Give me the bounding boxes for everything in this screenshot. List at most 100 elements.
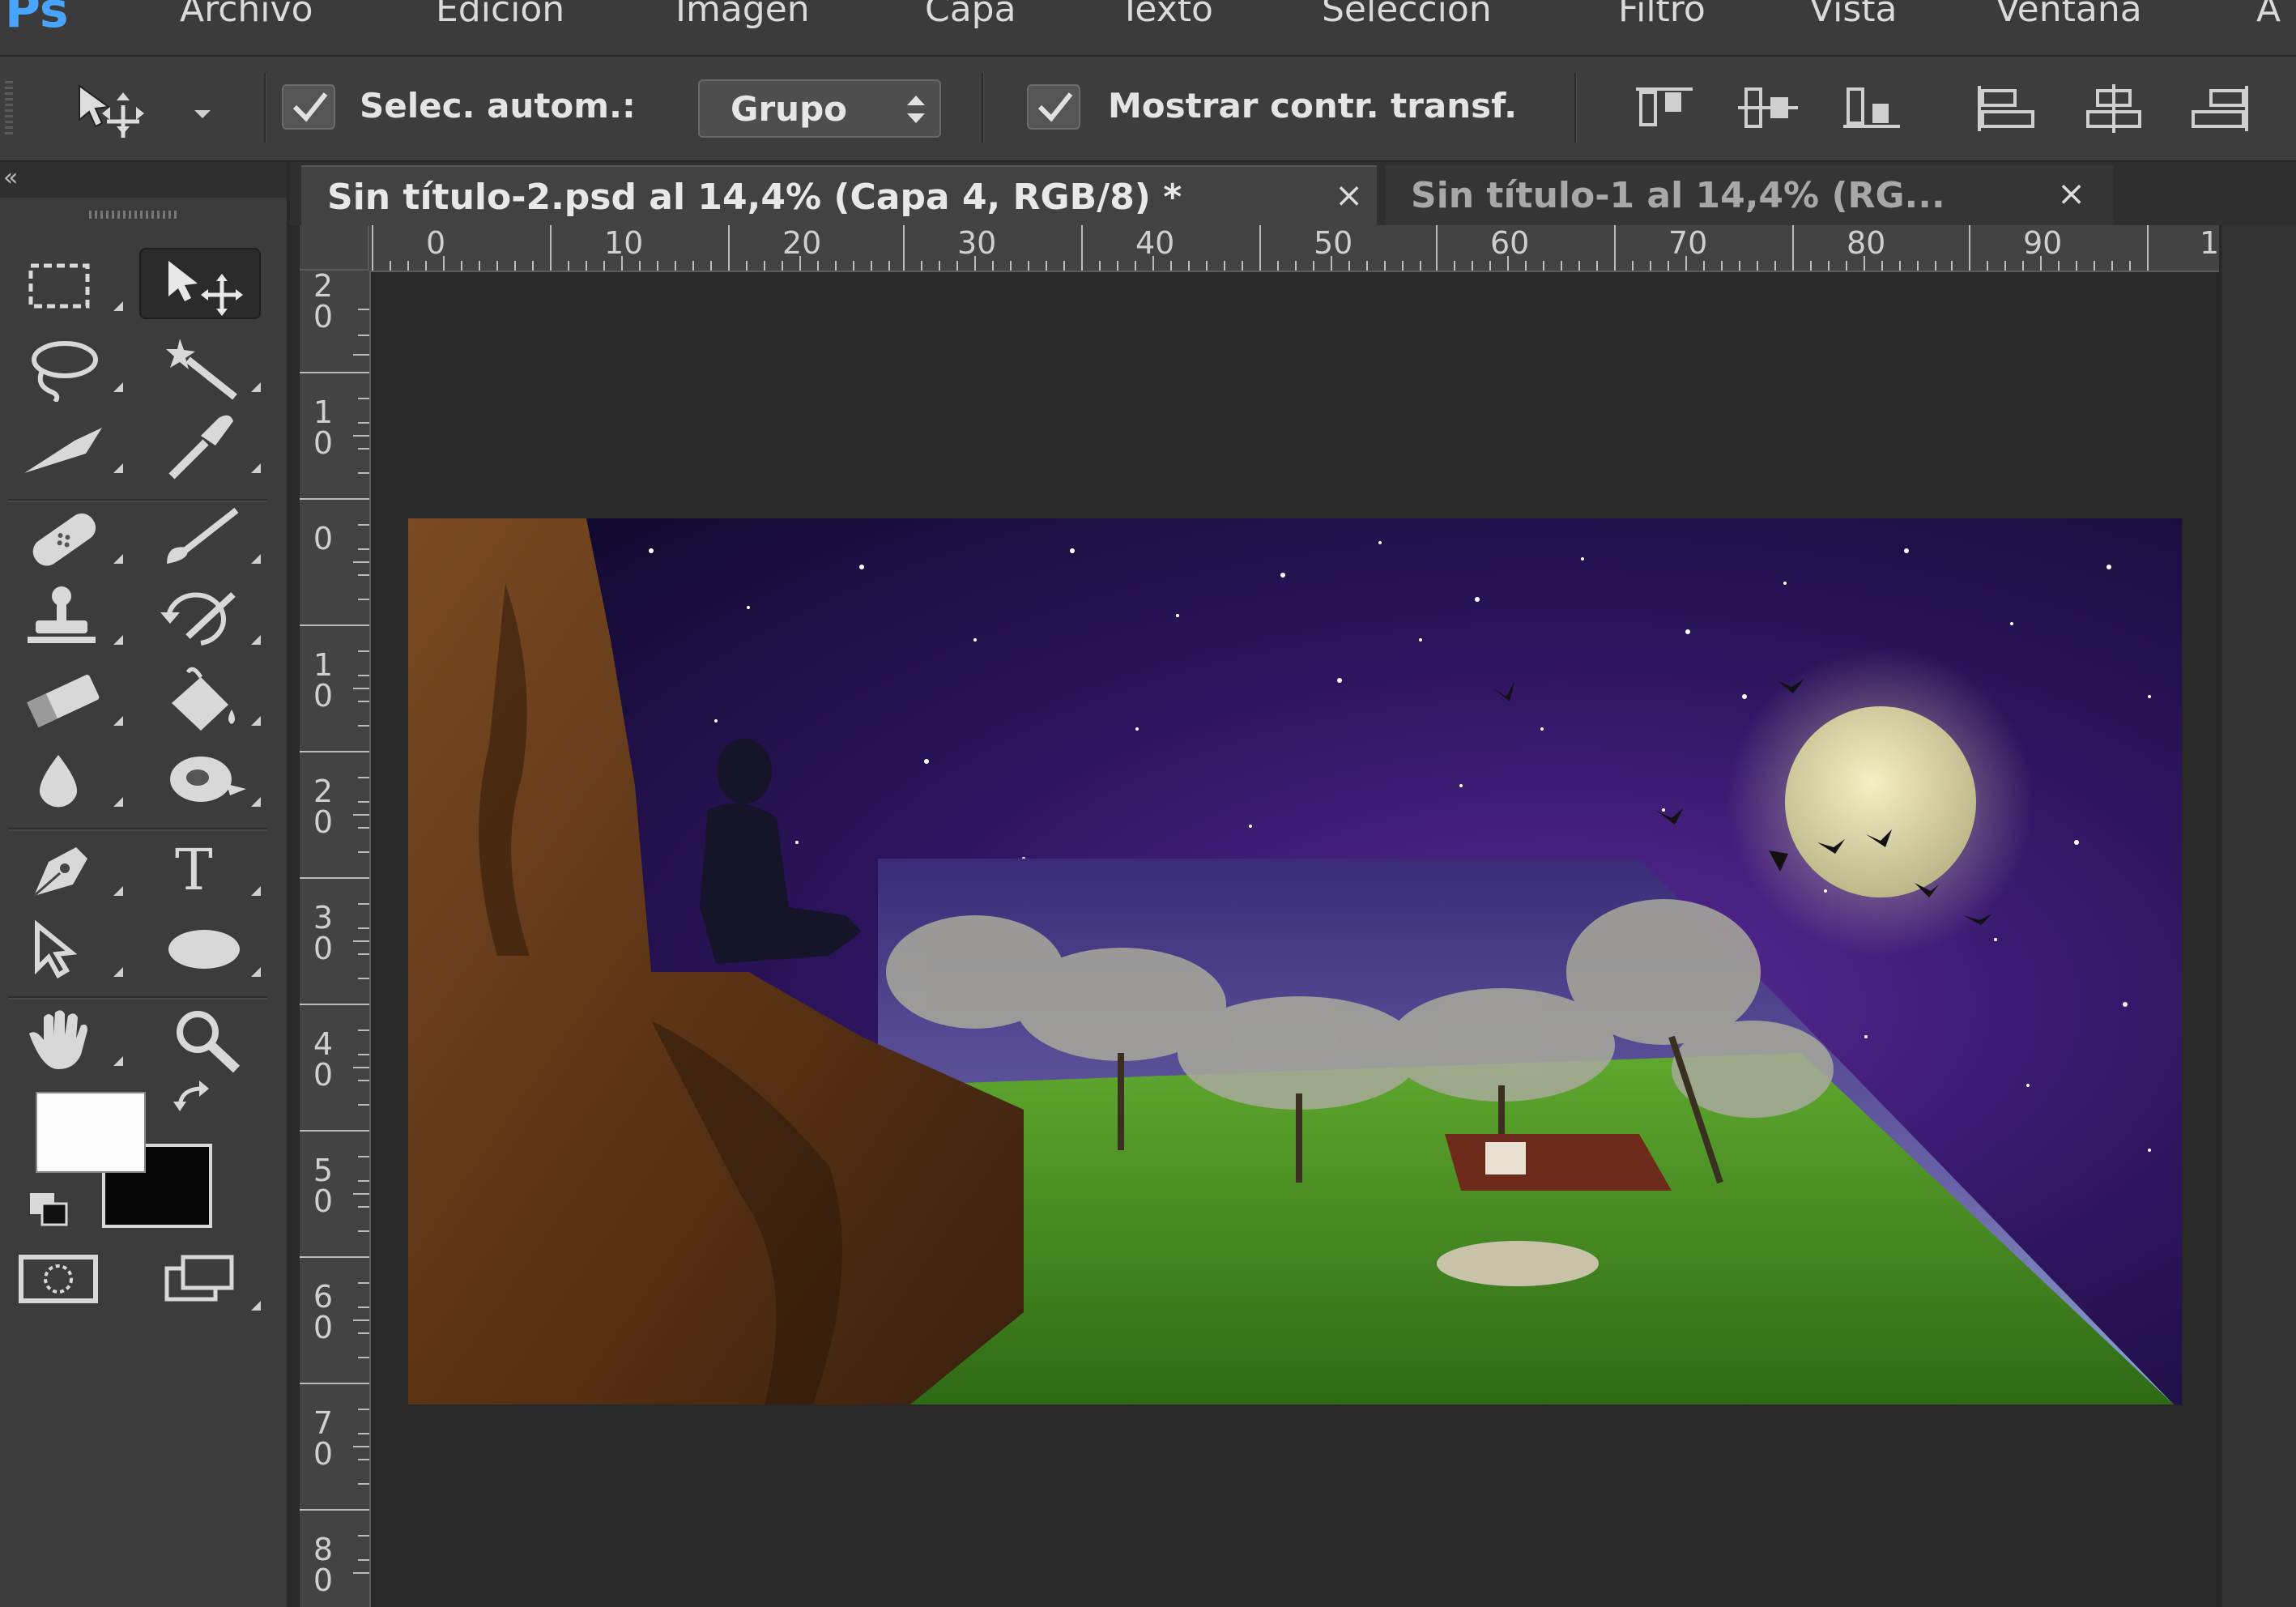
rectangular-marquee-tool[interactable] bbox=[18, 249, 139, 321]
svg-text:T: T bbox=[175, 837, 213, 903]
align-right-edges-icon[interactable] bbox=[2187, 84, 2251, 133]
tools-panel: « T bbox=[0, 162, 290, 1607]
moon bbox=[1785, 706, 1976, 897]
hand-tool[interactable] bbox=[18, 1004, 139, 1076]
close-tab-icon[interactable]: × bbox=[2057, 173, 2085, 213]
screen-mode-button[interactable] bbox=[155, 1246, 277, 1317]
water-drop-icon bbox=[39, 755, 123, 808]
ruler-label: 30 bbox=[313, 900, 334, 966]
ruler-label: 0 bbox=[313, 521, 334, 556]
ruler-label: 80 bbox=[1847, 225, 1886, 261]
lasso-tool[interactable] bbox=[18, 330, 139, 402]
align-horizontal-centers-icon[interactable] bbox=[2081, 84, 2146, 133]
tool-separator bbox=[8, 499, 267, 501]
type-t-icon: T bbox=[175, 837, 261, 903]
auto-select-checkbox[interactable] bbox=[282, 84, 335, 130]
ruler-label: 70 bbox=[313, 1405, 334, 1472]
magic-wand-icon bbox=[166, 339, 261, 400]
paint-bucket-tool[interactable] bbox=[155, 664, 277, 735]
ruler-label: 10 bbox=[604, 225, 644, 261]
collapse-panel-icon[interactable]: « bbox=[3, 164, 18, 192]
clone-stamp-tool[interactable] bbox=[18, 583, 139, 654]
healing-brush-tool[interactable] bbox=[18, 502, 139, 573]
default-colors-icon[interactable] bbox=[28, 1191, 76, 1231]
magnifier-icon bbox=[177, 1011, 241, 1073]
ruler-origin[interactable] bbox=[300, 225, 369, 271]
bandage-icon bbox=[32, 513, 123, 566]
menu-ventana[interactable]: Ventana bbox=[1996, 0, 2142, 30]
options-bar: Selec. autom.: Grupo Mostrar contr. tran… bbox=[0, 57, 2296, 162]
move-tool[interactable] bbox=[139, 248, 261, 319]
close-tab-icon[interactable]: × bbox=[1335, 175, 1363, 215]
history-brush-icon bbox=[160, 592, 261, 646]
menu-filtro[interactable]: Filtro bbox=[1618, 0, 1706, 30]
direct-selection-arrow-icon bbox=[35, 919, 123, 979]
eraser-icon bbox=[27, 675, 123, 728]
menu-vista[interactable]: Vista bbox=[1809, 0, 1898, 30]
options-grip[interactable] bbox=[5, 81, 13, 138]
ruler-label: 80 bbox=[313, 1532, 334, 1598]
vertical-scrollbar[interactable] bbox=[2221, 225, 2296, 1607]
eyedropper-icon bbox=[168, 415, 261, 480]
brush-icon bbox=[167, 507, 261, 564]
show-transform-checkbox[interactable] bbox=[1027, 84, 1080, 130]
ruler-label: 20 bbox=[313, 774, 334, 840]
chevron-down-icon bbox=[194, 110, 211, 118]
ruler-label: 1 bbox=[2200, 225, 2219, 261]
zoom-tool[interactable] bbox=[155, 1004, 277, 1076]
ruler-label: 60 bbox=[1490, 225, 1530, 261]
lasso-icon bbox=[32, 341, 123, 402]
document-tab-inactive[interactable]: Sin título-1 al 14,4% (RG... × bbox=[1385, 165, 2114, 225]
swap-colors-icon[interactable] bbox=[170, 1077, 227, 1121]
magic-wand-tool[interactable] bbox=[155, 330, 277, 402]
checkmark-icon bbox=[1037, 92, 1073, 122]
pen-tool[interactable] bbox=[18, 834, 139, 906]
dropdown-value: Grupo bbox=[731, 89, 848, 129]
menu-edicion[interactable]: Edición bbox=[436, 0, 564, 30]
menu-imagen[interactable]: Imagen bbox=[675, 0, 810, 30]
menu-capa[interactable]: Capa bbox=[925, 0, 1016, 30]
ruler-label: 60 bbox=[313, 1279, 334, 1345]
eraser-tool[interactable] bbox=[18, 664, 139, 735]
menu-ayuda[interactable]: A bbox=[2256, 0, 2281, 30]
menu-seleccion[interactable]: Selección bbox=[1322, 0, 1492, 30]
tool-separator bbox=[8, 996, 267, 998]
brush-tool[interactable] bbox=[155, 502, 277, 573]
document-canvas[interactable] bbox=[408, 518, 2182, 1405]
quick-mask-button[interactable] bbox=[18, 1246, 139, 1317]
stamp-icon bbox=[28, 586, 123, 645]
menu-texto[interactable]: Texto bbox=[1119, 0, 1213, 30]
ruler-label: 10 bbox=[313, 647, 334, 714]
document-tab-bar: Sin título-2.psd al 14,4% (Capa 4, RGB/8… bbox=[290, 162, 2296, 225]
stone-circle bbox=[1437, 1241, 1599, 1286]
ruler-label: 40 bbox=[1135, 225, 1175, 261]
tools-panel-grip[interactable] bbox=[89, 211, 178, 219]
type-tool[interactable]: T bbox=[155, 834, 277, 906]
vertical-ruler[interactable]: 20 10 0 10 20 30 40 50 60 70 80 bbox=[300, 271, 371, 1607]
horizontal-ruler[interactable]: 0 10 20 30 40 50 60 70 80 90 1 bbox=[300, 225, 2219, 272]
menu-archivo[interactable]: Archivo bbox=[180, 0, 313, 30]
crop-tool[interactable] bbox=[18, 411, 139, 483]
align-top-edges-icon[interactable] bbox=[1633, 84, 1698, 133]
document-tab-active[interactable]: Sin título-2.psd al 14,4% (Capa 4, RGB/8… bbox=[301, 165, 1377, 225]
quick-mask-icon bbox=[19, 1255, 98, 1303]
ellipse-tool[interactable] bbox=[155, 915, 277, 987]
eyedropper-tool[interactable] bbox=[155, 411, 277, 483]
move-tool-icon bbox=[79, 84, 211, 138]
cabin-sign bbox=[1485, 1142, 1526, 1174]
path-selection-tool[interactable] bbox=[18, 915, 139, 987]
paint-bucket-icon bbox=[172, 667, 261, 731]
ellipse-shape-icon bbox=[168, 930, 261, 977]
align-left-edges-icon[interactable] bbox=[1974, 84, 2039, 133]
ruler-label: 20 bbox=[313, 271, 334, 335]
auto-select-target-dropdown[interactable]: Grupo bbox=[698, 79, 941, 138]
tool-preset-picker[interactable] bbox=[73, 81, 227, 138]
foreground-color-swatch[interactable] bbox=[36, 1092, 146, 1173]
blur-tool[interactable] bbox=[18, 745, 139, 816]
ruler-label: 30 bbox=[957, 225, 997, 261]
move-tool-icon bbox=[168, 261, 243, 316]
align-vertical-centers-icon[interactable] bbox=[1736, 84, 1801, 133]
dodge-tool[interactable] bbox=[155, 745, 277, 816]
align-bottom-edges-icon[interactable] bbox=[1840, 84, 1905, 133]
history-brush-tool[interactable] bbox=[155, 583, 277, 654]
